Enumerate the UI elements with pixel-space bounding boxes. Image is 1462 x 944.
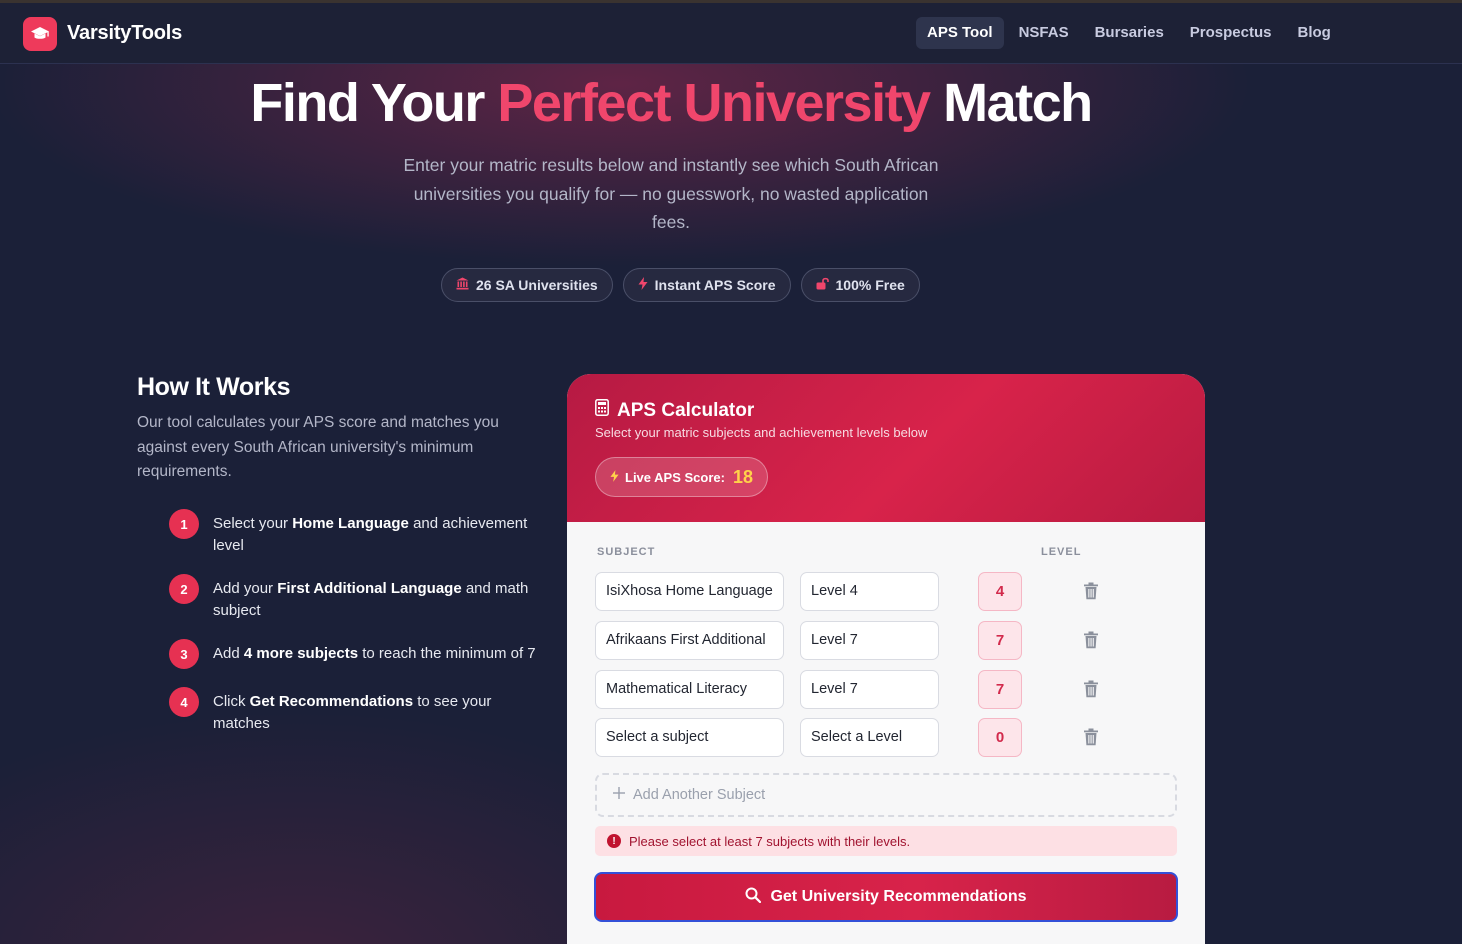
step-number: 1 — [169, 509, 199, 539]
add-subject-label: Add Another Subject — [633, 787, 766, 803]
level-select[interactable]: Level 4 — [800, 572, 939, 611]
feature-chips: 26 SA Universities Instant APS Score 100… — [441, 268, 920, 302]
step-item: 3 Add 4 more subjects to reach the minim… — [169, 639, 539, 669]
nav-item-aps-tool[interactable]: APS Tool — [916, 17, 1004, 49]
steps-list: 1 Select your Home Language and achievem… — [169, 509, 539, 752]
step-number: 4 — [169, 687, 199, 717]
trash-icon[interactable] — [1083, 631, 1099, 649]
column-header-level: LEVEL — [1041, 546, 1082, 558]
hero-title-accent: Perfect University — [497, 73, 931, 133]
how-it-works-description: Our tool calculates your APS score and m… — [137, 414, 499, 480]
get-recommendations-button[interactable]: Get University Recommendations — [594, 872, 1178, 922]
step-number: 3 — [169, 639, 199, 669]
live-aps-score-badge: Live APS Score: 18 — [595, 457, 768, 497]
step-item: 2 Add your First Additional Language and… — [169, 574, 539, 621]
hero-title-part1: Find Your — [250, 73, 485, 133]
trash-icon[interactable] — [1083, 680, 1099, 698]
live-score-value: 18 — [732, 466, 753, 487]
level-points: 7 — [978, 621, 1022, 660]
subject-select[interactable]: Mathematical Literacy — [595, 670, 784, 709]
calculator-title: APS Calculator — [595, 399, 754, 422]
aps-calculator-card: APS Calculator Select your matric subjec… — [567, 374, 1205, 944]
hero-subtitle: Enter your matric results below and inst… — [403, 155, 939, 232]
subject-select[interactable]: Select a subject — [595, 718, 784, 757]
nav-item-blog[interactable]: Blog — [1287, 17, 1342, 49]
step-number: 2 — [169, 574, 199, 604]
error-text: Please select at least 7 subjects with t… — [629, 833, 911, 849]
exclamation-icon: ! — [607, 834, 621, 848]
plus-icon — [613, 787, 625, 803]
subject-row: Mathematical Literacy Level 7 7 — [595, 670, 1177, 710]
cta-label: Get University Recommendations — [770, 888, 1027, 905]
building-columns-icon — [456, 277, 469, 293]
how-it-works-title: How It Works — [137, 373, 291, 401]
unlock-icon — [816, 277, 829, 293]
chip-universities: 26 SA Universities — [441, 268, 613, 302]
subject-row: Afrikaans First Additional Level 7 7 — [595, 621, 1177, 661]
bolt-icon — [638, 277, 648, 293]
chip-free: 100% Free — [800, 268, 920, 302]
level-select[interactable]: Select a Level — [800, 718, 939, 757]
level-select[interactable]: Level 7 — [800, 670, 939, 709]
nav-item-prospectus[interactable]: Prospectus — [1179, 17, 1283, 49]
step-text: Click Get Recommendations to see your ma… — [213, 693, 492, 732]
subject-row: Select a subject Select a Level 0 — [595, 718, 1177, 758]
graduation-cap-icon[interactable] — [23, 17, 57, 51]
chip-label: Instant APS Score — [654, 277, 776, 293]
chip-label: 26 SA Universities — [476, 277, 598, 293]
top-navbar: VarsityTools APS Tool NSFAS Bursaries Pr… — [0, 3, 1462, 64]
step-item: 1 Select your Home Language and achievem… — [169, 509, 539, 556]
chip-label: 100% Free — [835, 277, 905, 293]
nav-links: APS Tool NSFAS Bursaries Prospectus Blog — [916, 17, 1346, 49]
trash-icon[interactable] — [1083, 728, 1099, 746]
step-text: Add your First Additional Language and m… — [213, 580, 529, 619]
level-select[interactable]: Level 7 — [800, 621, 939, 660]
live-score-label: Live APS Score: — [625, 469, 725, 485]
subject-select[interactable]: Afrikaans First Additional — [595, 621, 784, 660]
level-points: 4 — [978, 572, 1022, 611]
nav-item-nsfas[interactable]: NSFAS — [1008, 17, 1080, 49]
calculator-title-text: APS Calculator — [617, 399, 755, 421]
nav-item-bursaries[interactable]: Bursaries — [1084, 17, 1175, 49]
subject-row: IsiXhosa Home Language Level 4 4 — [595, 572, 1177, 612]
bolt-icon — [610, 469, 619, 485]
trash-icon[interactable] — [1083, 582, 1099, 600]
search-icon — [745, 887, 762, 908]
level-points: 7 — [978, 670, 1022, 709]
add-subject-button[interactable]: Add Another Subject — [595, 773, 1177, 817]
calculator-header: APS Calculator Select your matric subjec… — [567, 374, 1205, 522]
hero-title-part2: Match — [943, 73, 1093, 133]
level-points: 0 — [978, 718, 1022, 757]
step-item: 4 Click Get Recommendations to see your … — [169, 687, 539, 734]
calculator-icon — [595, 399, 609, 422]
chip-instant-score: Instant APS Score — [622, 268, 791, 302]
subject-select[interactable]: IsiXhosa Home Language — [595, 572, 784, 611]
step-text: Add 4 more subjects to reach the minimum… — [213, 645, 536, 662]
column-header-subject: SUBJECT — [597, 546, 656, 558]
step-text: Select your Home Language and achievemen… — [213, 515, 528, 554]
calculator-subtitle: Select your matric subjects and achievem… — [595, 425, 928, 440]
validation-error: ! Please select at least 7 subjects with… — [595, 826, 1177, 856]
brand-name[interactable]: VarsityTools — [67, 22, 182, 45]
hero-title: Find Your Perfect University Match — [0, 72, 1342, 134]
